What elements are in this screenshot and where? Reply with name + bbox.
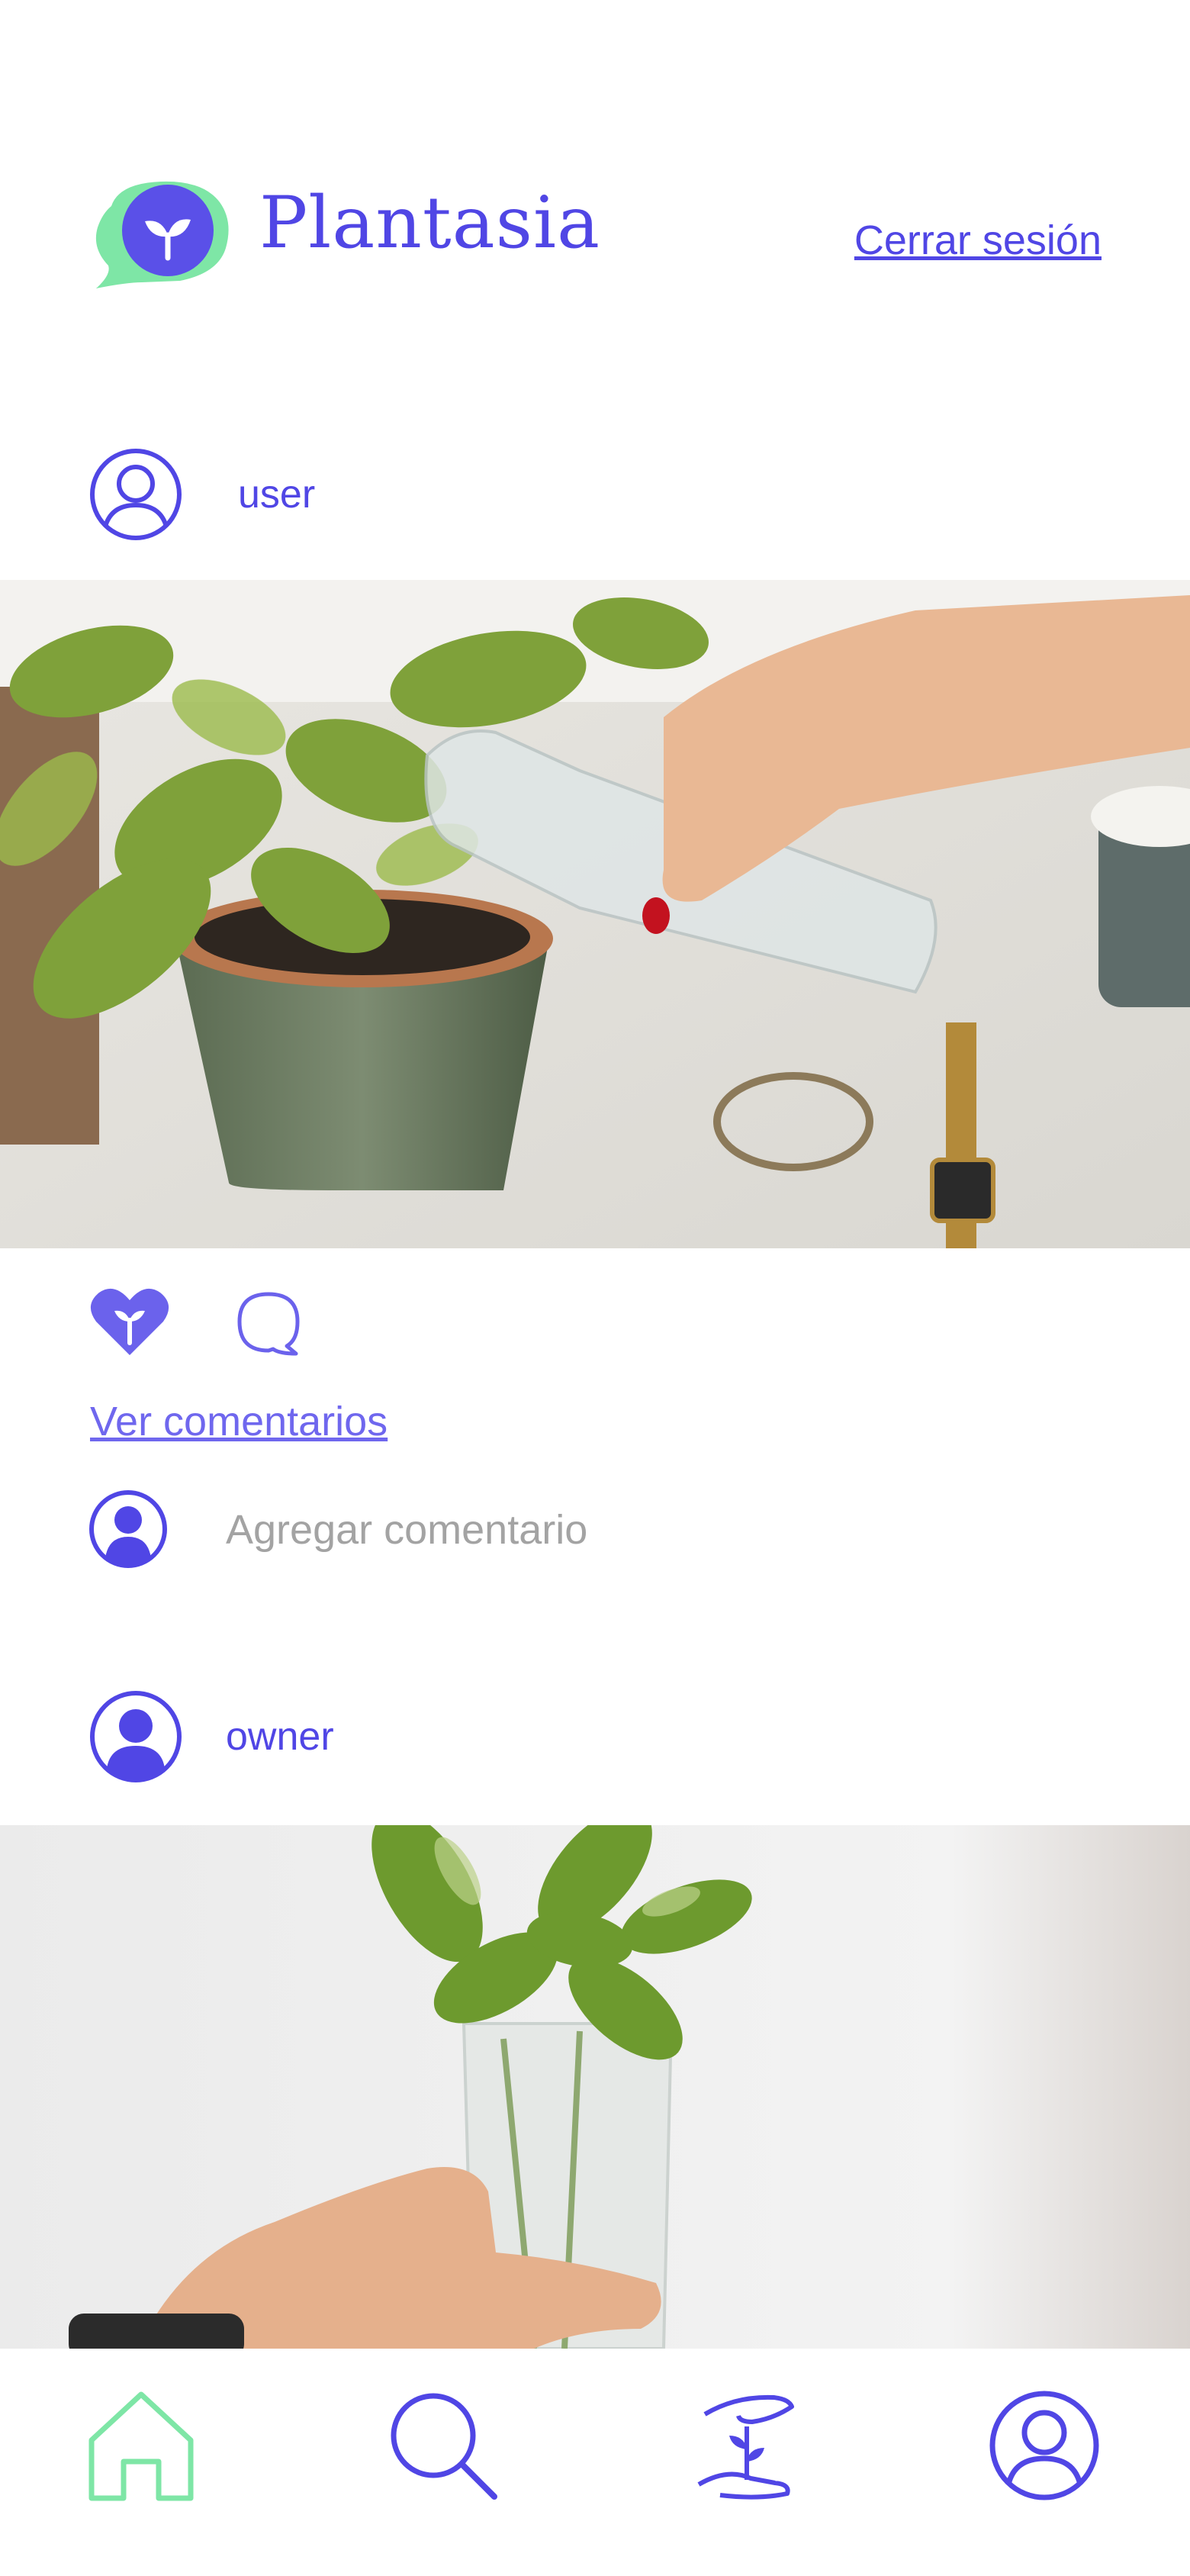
post-username[interactable]: owner <box>226 1714 334 1760</box>
post-header: owner <box>0 1689 1190 1784</box>
home-icon[interactable] <box>84 2388 198 2503</box>
add-comment-row <box>0 1489 1190 1573</box>
speech-bubble-icon[interactable] <box>235 1290 302 1357</box>
search-icon[interactable] <box>386 2388 500 2503</box>
post-image[interactable] <box>0 1825 1190 2349</box>
user-outline-icon[interactable] <box>88 447 183 542</box>
hands-plant-icon[interactable] <box>690 2388 804 2503</box>
add-comment-input[interactable] <box>224 1499 1066 1561</box>
app-title: Plantasia <box>259 182 601 265</box>
post-header: user <box>0 447 1190 542</box>
plantasia-logo-icon <box>95 181 229 288</box>
post-image-plant-watering <box>0 580 1190 1248</box>
heart-sprout-icon[interactable] <box>88 1286 171 1357</box>
user-outline-icon[interactable] <box>987 2388 1102 2503</box>
post-username[interactable]: user <box>238 472 315 517</box>
post-actions: Ver comentarios <box>0 1248 1190 1569</box>
user-filled-icon[interactable] <box>88 1689 183 1784</box>
app-header: Plantasia Cerrar sesión <box>0 0 1190 351</box>
post-image[interactable] <box>0 580 1190 1248</box>
logout-link[interactable]: Cerrar sesión <box>854 217 1102 264</box>
post-image-pothos-cuttings <box>0 1825 1190 2349</box>
view-comments-link[interactable]: Ver comentarios <box>90 1398 388 1445</box>
bottom-nav <box>0 2349 1190 2576</box>
user-filled-icon <box>89 1490 167 1568</box>
